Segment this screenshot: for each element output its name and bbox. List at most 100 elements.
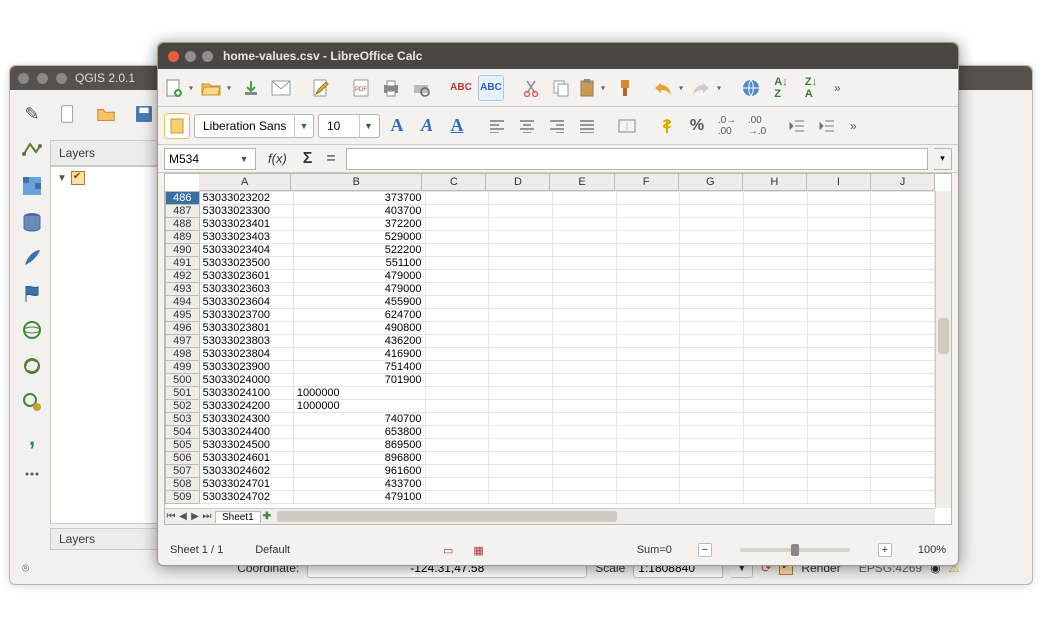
tab-nav-last[interactable]: ⏭ <box>201 511 213 522</box>
cell[interactable] <box>871 465 935 478</box>
column-header[interactable]: G <box>679 174 743 190</box>
cell[interactable] <box>743 244 807 257</box>
cell[interactable] <box>489 374 553 387</box>
spellcheck-button[interactable]: ABC <box>448 75 474 101</box>
auto-spellcheck-button[interactable]: ABC <box>478 75 504 101</box>
cell[interactable] <box>743 231 807 244</box>
cell[interactable] <box>616 296 680 309</box>
cell[interactable] <box>807 439 871 452</box>
undo-button[interactable]: ▾ <box>652 75 686 101</box>
cell[interactable]: 751400 <box>293 361 425 374</box>
open-button[interactable]: ▾ <box>200 75 234 101</box>
cell[interactable] <box>807 296 871 309</box>
font-size-combo[interactable]: 10▼ <box>318 114 380 138</box>
underline-button[interactable]: A <box>444 113 470 139</box>
merge-cells-button[interactable] <box>614 113 640 139</box>
flag-icon[interactable] <box>18 280 46 308</box>
cell[interactable] <box>871 400 935 413</box>
cell[interactable]: 490800 <box>293 322 425 335</box>
cell[interactable] <box>425 218 489 231</box>
cell[interactable] <box>489 205 553 218</box>
cell[interactable]: 624700 <box>293 309 425 322</box>
row-header[interactable]: 505 <box>166 439 200 452</box>
table-row[interactable]: 501530330241001000000 <box>166 387 935 400</box>
cell[interactable] <box>552 413 616 426</box>
scrollbar-thumb[interactable] <box>277 511 617 522</box>
hyperlink-button[interactable] <box>738 75 764 101</box>
cell[interactable]: 53033023500 <box>199 257 293 270</box>
cell[interactable] <box>489 218 553 231</box>
add-sheet-button[interactable]: ✚ <box>263 511 271 522</box>
cell[interactable] <box>871 387 935 400</box>
cell[interactable] <box>807 205 871 218</box>
cell[interactable] <box>680 218 744 231</box>
row-header[interactable]: 491 <box>166 257 200 270</box>
chevron-down-icon[interactable]: ▼ <box>359 115 377 137</box>
cell[interactable]: 53033024400 <box>199 426 293 439</box>
database-icon[interactable] <box>18 208 46 236</box>
cell[interactable] <box>616 400 680 413</box>
column-header[interactable]: F <box>615 174 679 190</box>
window-close-icon[interactable] <box>18 73 29 84</box>
cell[interactable]: 53033023604 <box>199 296 293 309</box>
minimize-icon[interactable] <box>185 51 196 62</box>
cell[interactable] <box>680 426 744 439</box>
cell[interactable] <box>807 374 871 387</box>
cell[interactable]: 53033023401 <box>199 218 293 231</box>
cell[interactable] <box>489 192 553 205</box>
vertical-scrollbar[interactable] <box>935 191 951 508</box>
table-row[interactable]: 49953033023900751400 <box>166 361 935 374</box>
cell[interactable] <box>743 374 807 387</box>
cell[interactable] <box>743 465 807 478</box>
cell[interactable] <box>871 205 935 218</box>
cell[interactable]: 701900 <box>293 374 425 387</box>
cell[interactable]: 403700 <box>293 205 425 218</box>
cell[interactable] <box>807 400 871 413</box>
cell[interactable] <box>552 309 616 322</box>
formula-input[interactable] <box>346 148 928 170</box>
cell[interactable] <box>616 387 680 400</box>
cell[interactable] <box>680 348 744 361</box>
layer-visibility-checkbox[interactable] <box>71 171 85 185</box>
cell[interactable] <box>425 205 489 218</box>
cell[interactable]: 522200 <box>293 244 425 257</box>
cell[interactable] <box>489 348 553 361</box>
cell[interactable] <box>743 439 807 452</box>
cell[interactable] <box>807 426 871 439</box>
raster-icon[interactable] <box>18 172 46 200</box>
cell[interactable] <box>425 387 489 400</box>
table-row[interactable]: 48753033023300403700 <box>166 205 935 218</box>
cell[interactable] <box>807 361 871 374</box>
cell[interactable] <box>616 231 680 244</box>
cell[interactable] <box>807 322 871 335</box>
cell[interactable] <box>871 270 935 283</box>
cell[interactable] <box>871 283 935 296</box>
globe-gear-icon[interactable] <box>18 388 46 416</box>
cell[interactable] <box>489 491 553 504</box>
row-header[interactable]: 501 <box>166 387 200 400</box>
cell[interactable] <box>743 218 807 231</box>
cell[interactable] <box>616 361 680 374</box>
cell[interactable] <box>552 348 616 361</box>
cell[interactable] <box>552 244 616 257</box>
table-row[interactable]: 48853033023401372200 <box>166 218 935 231</box>
row-header[interactable]: 489 <box>166 231 200 244</box>
sort-desc-button[interactable]: Z↓A <box>798 75 824 101</box>
row-header[interactable]: 490 <box>166 244 200 257</box>
increase-indent-button[interactable] <box>814 113 840 139</box>
row-header[interactable]: 499 <box>166 361 200 374</box>
column-header[interactable]: E <box>550 174 614 190</box>
cell[interactable] <box>489 400 553 413</box>
vector-line-icon[interactable] <box>18 136 46 164</box>
column-header[interactable]: A <box>199 174 291 190</box>
cell[interactable] <box>616 491 680 504</box>
cell[interactable]: 740700 <box>293 413 425 426</box>
status-style[interactable]: Default <box>249 544 296 556</box>
cell[interactable] <box>616 413 680 426</box>
table-row[interactable]: 50753033024602961600 <box>166 465 935 478</box>
row-header[interactable]: 492 <box>166 270 200 283</box>
cell[interactable]: 53033024200 <box>199 400 293 413</box>
cell[interactable] <box>552 335 616 348</box>
cell[interactable]: 1000000 <box>293 387 425 400</box>
cell[interactable] <box>489 387 553 400</box>
